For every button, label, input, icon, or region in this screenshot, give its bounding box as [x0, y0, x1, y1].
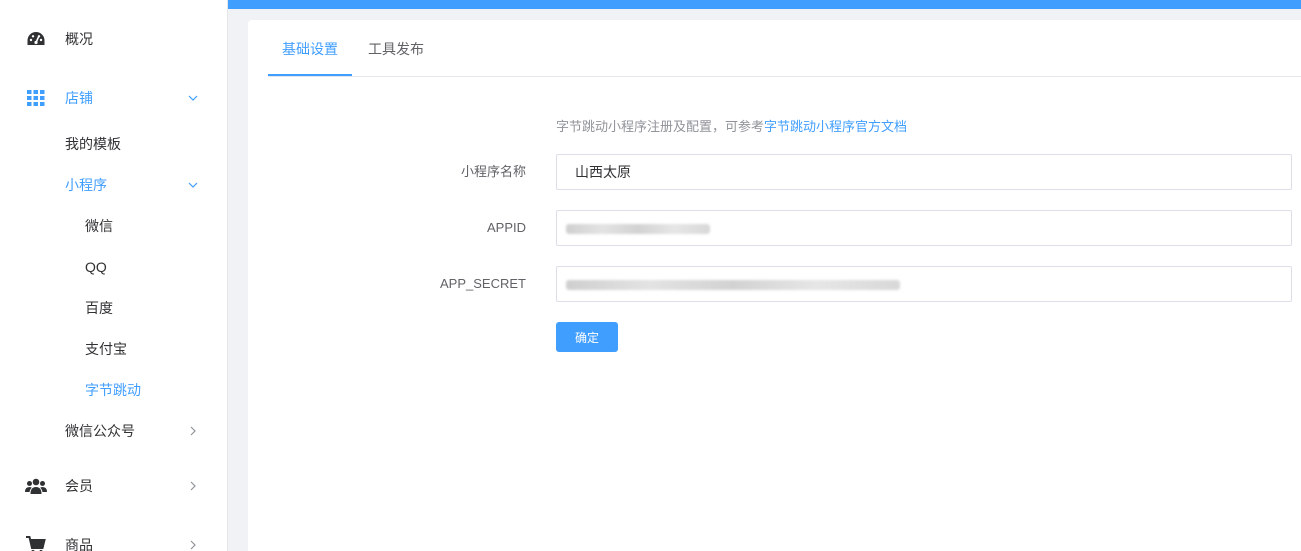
tab-bar: 基础设置 工具发布 [268, 20, 1301, 77]
sidebar-item-label: 概况 [65, 31, 93, 47]
sidebar-item-store[interactable]: 店铺 [0, 78, 227, 118]
tab-basic-settings[interactable]: 基础设置 [268, 20, 352, 77]
cart-icon [25, 534, 47, 551]
sidebar-item-wechat[interactable]: 微信 [0, 206, 227, 246]
sidebar-item-label: 字节跳动 [85, 382, 141, 398]
sidebar-item-members[interactable]: 会员 [0, 466, 227, 506]
sidebar-item-overview[interactable]: 概况 [0, 19, 227, 59]
sidebar-item-products[interactable]: 商品 [0, 525, 227, 551]
sidebar-item-label: 店铺 [65, 90, 93, 106]
sidebar-item-label: 商品 [65, 537, 93, 551]
settings-card: 基础设置 工具发布 字节跳动小程序注册及配置，可参考字节跳动小程序官方文档 小程… [248, 20, 1301, 551]
dashboard-icon [25, 28, 47, 50]
secret-label: APP_SECRET [440, 276, 526, 291]
tab-tool-publish[interactable]: 工具发布 [352, 20, 440, 77]
sidebar-item-wechat-official[interactable]: 微信公众号 [0, 411, 227, 451]
sidebar-item-mini-program[interactable]: 小程序 [0, 165, 227, 205]
hint-text: 字节跳动小程序注册及配置，可参考 [556, 119, 765, 134]
sidebar-item-qq[interactable]: QQ [0, 247, 227, 287]
confirm-button[interactable]: 确定 [556, 322, 618, 352]
sidebar-item-label: 百度 [85, 300, 113, 316]
chevron-right-icon [186, 538, 200, 551]
sidebar-item-label: 小程序 [65, 177, 107, 193]
sidebar-item-alipay[interactable]: 支付宝 [0, 329, 227, 369]
chevron-right-icon [186, 479, 200, 493]
sidebar-item-label: 微信 [85, 218, 113, 234]
appid-input[interactable] [556, 210, 1292, 246]
docs-link[interactable]: 字节跳动小程序官方文档 [764, 119, 907, 134]
chevron-right-icon [186, 424, 200, 438]
sidebar-item-label: 微信公众号 [65, 423, 135, 439]
chevron-down-icon [186, 91, 200, 105]
chevron-down-icon [186, 178, 200, 192]
sidebar-item-bytedance[interactable]: 字节跳动 [0, 370, 227, 410]
sidebar-item-my-templates[interactable]: 我的模板 [0, 124, 227, 164]
sidebar: 概况 店铺 我的模板 小程序 微信 QQ 百度 支付宝 字节跳动 微信公众号 会… [0, 0, 228, 551]
name-label: 小程序名称 [460, 164, 526, 179]
sidebar-item-label: 会员 [65, 478, 93, 494]
sidebar-item-label: 支付宝 [85, 341, 127, 357]
help-hint: 字节跳动小程序注册及配置，可参考字节跳动小程序官方文档 [556, 116, 907, 135]
active-tab-indicator [268, 74, 352, 76]
sidebar-item-label: 我的模板 [65, 136, 121, 152]
users-icon [25, 475, 47, 497]
name-input[interactable] [556, 154, 1292, 190]
appid-label: APPID [486, 220, 526, 235]
sidebar-item-baidu[interactable]: 百度 [0, 288, 227, 328]
secret-input[interactable] [556, 266, 1292, 302]
grid-icon [25, 87, 47, 109]
sidebar-item-label: QQ [85, 259, 107, 275]
top-header-bar [228, 0, 1301, 9]
